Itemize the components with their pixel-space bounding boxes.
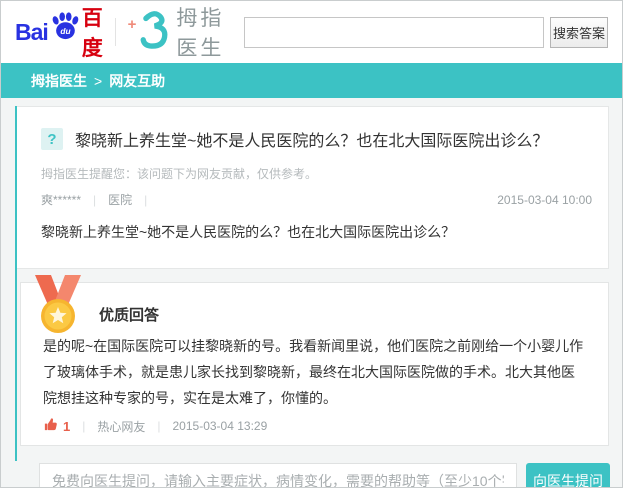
header-search: 搜索答案 [244,17,608,48]
baidu-paw-icon: du [49,12,81,45]
question-title: 黎晓新上养生堂~她不是人民医院的么？也在北大国际医院出诊么？ [75,127,548,151]
question-body: 黎晓新上养生堂~她不是人民医院的么？也在北大国际医院出诊么？ [41,222,592,242]
answer-meta: 1 | 热心网友 | 2015-03-04 13:29 [43,417,586,435]
like-count: 1 [63,419,70,434]
thumb-glyph-icon [137,10,169,55]
content-wrapper: ? 黎晓新上养生堂~她不是人民医院的么？也在北大国际医院出诊么？ 拇指医生提醒您… [15,106,609,461]
search-input[interactable] [244,17,544,48]
meta-divider: | [93,193,96,207]
answer-username: 热心网友 [97,418,145,435]
plus-icon: + [128,16,137,33]
meta-divider: | [157,419,160,433]
question-meta: 爽****** | 医院 | 2015-03-04 10:00 [41,191,592,208]
breadcrumb-site-link[interactable]: 拇指医生 [31,71,87,91]
medal-icon [31,275,85,340]
baidu-logo[interactable]: Bai du 百度 [15,2,103,62]
search-answers-button[interactable]: 搜索答案 [550,17,608,48]
baidu-logo-bai: Bai [15,19,48,46]
question-timestamp: 2015-03-04 10:00 [497,193,592,207]
best-answer-badge: 优质回答 [99,304,159,325]
answer-body: 是的呢~在国际医院可以挂黎晓新的号。我看新闻里说，他们医院之前刚给一个小婴儿作了… [43,333,586,411]
thumb-up-icon [43,417,58,435]
breadcrumb: 拇指医生 > 网友互助 [1,63,622,98]
meta-divider: | [144,193,147,207]
question-card: ? 黎晓新上养生堂~她不是人民医院的么？也在北大国际医院出诊么？ 拇指医生提醒您… [17,106,609,269]
question-username: 爽****** [41,191,81,208]
like-button[interactable]: 1 [43,417,70,435]
question-mark-icon: ? [41,128,63,150]
meta-divider: | [82,419,85,433]
breadcrumb-separator: > [94,73,102,89]
header-divider [115,18,116,46]
question-notice: 拇指医生提醒您：该问题下为网友贡献，仅供参考。 [41,165,592,182]
header: Bai du 百度 + 拇指医生 [1,1,622,63]
baidu-logo-du: du [60,25,70,35]
answer-timestamp: 2015-03-04 13:29 [173,419,268,433]
question-category[interactable]: 医院 [108,191,132,208]
thumb-doctor-logo[interactable]: + 拇指医生 [128,2,244,62]
ask-question-input[interactable] [39,463,517,488]
breadcrumb-section-link[interactable]: 网友互助 [109,71,165,91]
ask-doctor-button[interactable]: 向医生提问 [526,463,610,488]
baidu-logo-chinese: 百度 [82,2,103,62]
site-name: 拇指医生 [176,2,244,62]
ask-bar: 向医生提问 [39,463,610,488]
page: Bai du 百度 + 拇指医生 [0,0,623,488]
answer-card: 优质回答 是的呢~在国际医院可以挂黎晓新的号。我看新闻里说，他们医院之前刚给一个… [20,282,609,446]
